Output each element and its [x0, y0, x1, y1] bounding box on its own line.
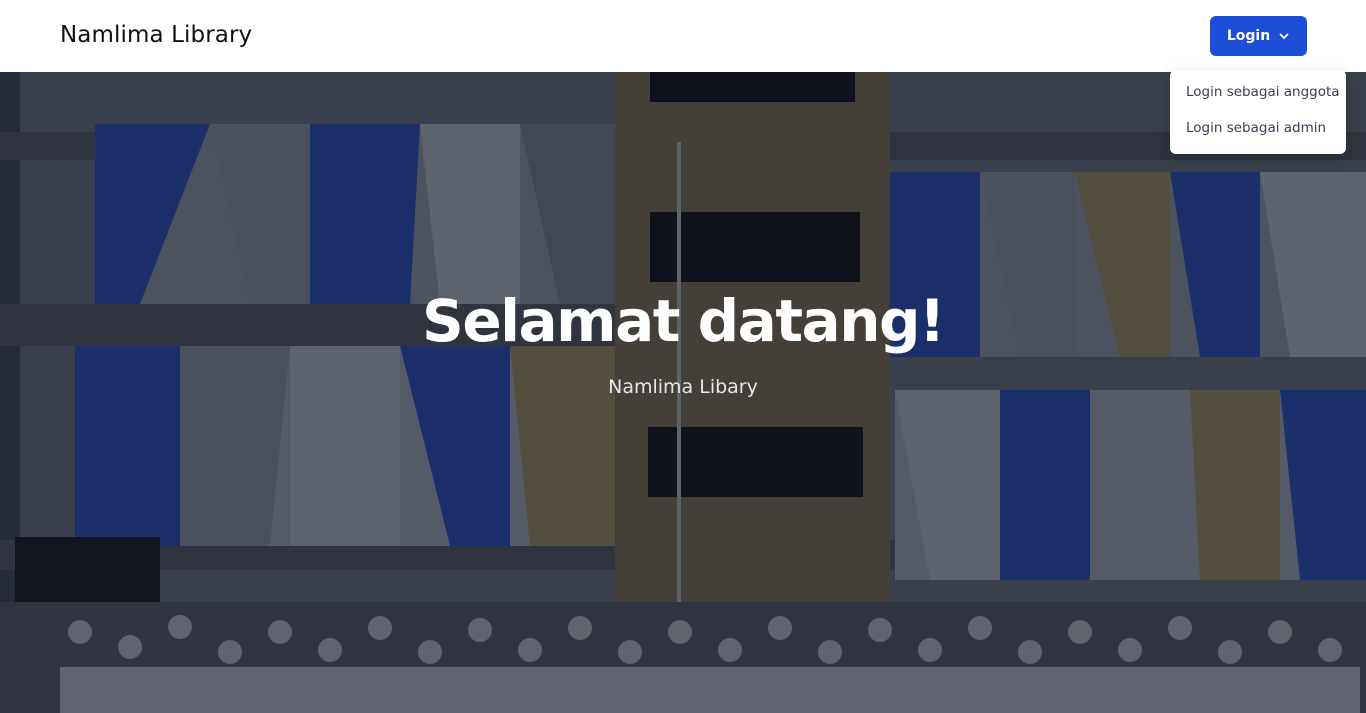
menu-item-login-member[interactable]: Login sebagai anggota [1170, 82, 1346, 118]
login-button-label: Login [1226, 28, 1271, 44]
brand-title[interactable]: Namlima Library [60, 22, 252, 48]
hero-subtitle: Namlima Libary [608, 376, 758, 398]
menu-item-login-admin[interactable]: Login sebagai admin [1170, 118, 1346, 154]
login-button[interactable]: Login [1210, 16, 1307, 56]
hero-section: Selamat datang! Namlima Libary [0, 72, 1366, 713]
login-dropdown-menu: Login sebagai anggota Login sebagai admi… [1170, 70, 1346, 154]
chevron-down-icon [1279, 33, 1289, 39]
hero-title: Selamat datang! [422, 287, 945, 355]
navbar: Namlima Library Login [0, 0, 1366, 72]
